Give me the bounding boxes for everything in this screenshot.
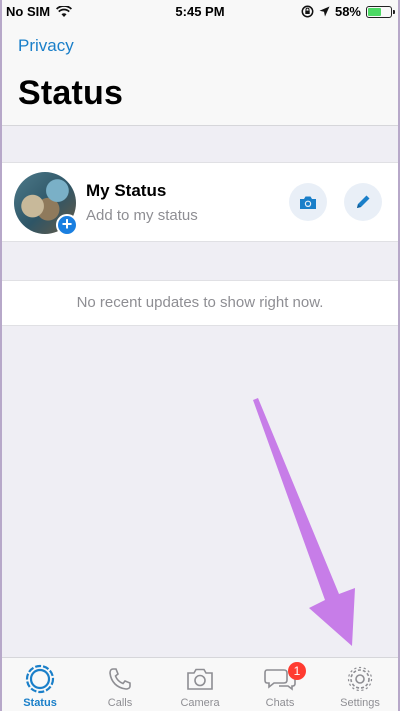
unread-badge: 1	[288, 662, 306, 680]
navigation-header: Privacy Status	[0, 24, 400, 126]
tab-camera[interactable]: Camera	[160, 658, 240, 711]
phone-icon	[109, 668, 131, 690]
tab-label: Calls	[107, 697, 133, 709]
tab-calls[interactable]: Calls	[80, 658, 160, 711]
my-status-subtitle: Add to my status	[86, 207, 198, 224]
camera-button[interactable]	[289, 183, 327, 221]
camera-icon	[300, 196, 316, 209]
tab-chats[interactable]: 1 Chats	[240, 658, 320, 711]
battery-icon	[366, 5, 395, 18]
tab-label: Chats	[265, 697, 295, 709]
gear-icon	[347, 666, 373, 692]
tab-status[interactable]: Status	[0, 658, 80, 711]
my-status-title: My Status	[86, 181, 167, 200]
tab-bar: Status Calls Camera 1 Chats Settings	[0, 657, 400, 711]
battery-percent: 58%	[334, 4, 361, 19]
rotation-lock-icon	[301, 5, 314, 18]
tab-label: Settings	[340, 697, 380, 709]
no-updates-message: No recent updates to show right now.	[0, 280, 400, 326]
avatar[interactable]: +	[14, 172, 78, 236]
add-status-icon[interactable]: +	[56, 214, 78, 236]
my-status-row[interactable]: + My Status Add to my status	[0, 162, 400, 242]
text-status-button[interactable]	[344, 183, 382, 221]
location-icon	[319, 6, 330, 17]
camera-icon	[187, 668, 213, 690]
status-ring-icon	[25, 664, 55, 694]
system-indicators: 58%	[301, 4, 395, 19]
pencil-icon	[357, 195, 370, 208]
tab-label: Status	[23, 697, 57, 709]
privacy-button[interactable]: Privacy	[18, 36, 74, 56]
status-bar: No SIM 5:45 PM 58%	[0, 0, 400, 24]
page-title: Status	[18, 74, 124, 112]
tab-settings[interactable]: Settings	[320, 658, 400, 711]
battery-level	[368, 7, 381, 16]
tab-label: Camera	[180, 697, 220, 709]
